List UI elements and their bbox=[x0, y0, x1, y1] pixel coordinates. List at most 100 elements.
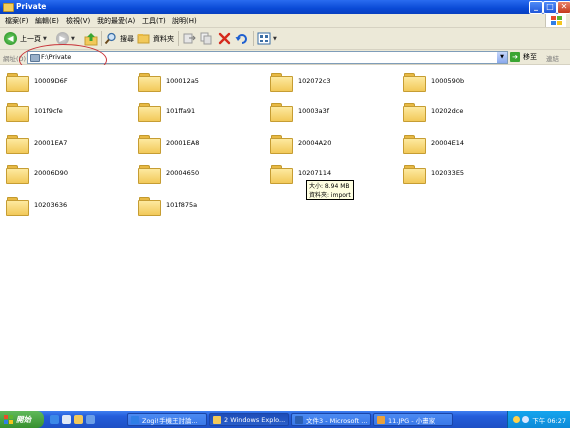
forward-dropdown-icon[interactable]: ▼ bbox=[71, 36, 75, 42]
folder-name: 20004E14 bbox=[431, 139, 465, 147]
folder-item[interactable]: 20004650 bbox=[138, 162, 199, 184]
delete-button[interactable] bbox=[218, 31, 231, 46]
minimize-button[interactable]: _ bbox=[529, 1, 543, 14]
task-label: 文件3 - Microsoft ... bbox=[306, 416, 368, 425]
folder-name: 10203636 bbox=[34, 201, 68, 209]
start-button[interactable]: 開始 bbox=[0, 411, 44, 428]
move-to-icon bbox=[183, 33, 196, 44]
links-button[interactable]: 連結 bbox=[546, 53, 559, 63]
folder-icon bbox=[270, 164, 293, 184]
views-button[interactable]: ▼ bbox=[257, 31, 277, 46]
views-icon bbox=[257, 32, 271, 45]
task-label: 11.JPG - 小畫家 bbox=[388, 416, 436, 425]
folder-item[interactable]: 20001EA7 bbox=[6, 132, 67, 154]
folder-name: 102072c3 bbox=[298, 77, 331, 85]
folder-item[interactable]: 20004A20 bbox=[270, 132, 331, 154]
back-arrow-icon: ◀ bbox=[4, 32, 17, 45]
folder-name: 10207114 bbox=[298, 169, 332, 177]
back-button[interactable]: ◀ 上一頁 ▼ bbox=[4, 31, 47, 46]
maximize-button[interactable]: □ bbox=[543, 1, 557, 14]
folder-item[interactable]: 100012a5 bbox=[138, 70, 199, 92]
quicklaunch-desktop-icon[interactable] bbox=[62, 415, 71, 424]
undo-button[interactable] bbox=[235, 31, 248, 46]
address-dropdown-icon[interactable]: ▼ bbox=[497, 52, 507, 63]
folder-name: 20001EA7 bbox=[34, 139, 68, 147]
word-icon bbox=[295, 415, 303, 424]
folder-item[interactable]: 10003a3f bbox=[270, 100, 329, 122]
up-folder-icon bbox=[84, 32, 98, 45]
views-dropdown-icon[interactable]: ▼ bbox=[273, 36, 277, 42]
up-folder-button[interactable] bbox=[84, 31, 98, 46]
folder-icon bbox=[6, 134, 29, 154]
toolbar-separator bbox=[253, 31, 254, 46]
taskbar-item[interactable]: Zogi!手機王討論... bbox=[127, 413, 207, 426]
search-icon bbox=[104, 32, 116, 45]
menu-favorites[interactable]: 我的最愛(A) bbox=[97, 16, 135, 26]
folders-icon bbox=[137, 34, 150, 44]
folder-item[interactable]: 101f9cfe bbox=[6, 100, 63, 122]
search-button[interactable]: 搜尋 bbox=[104, 31, 134, 46]
taskbar-item[interactable]: 文件3 - Microsoft ... bbox=[291, 413, 371, 426]
menu-tools[interactable]: 工具(T) bbox=[142, 16, 166, 26]
folder-name: 102033E5 bbox=[431, 169, 465, 177]
folder-name: 20001EA8 bbox=[166, 139, 200, 147]
menu-view[interactable]: 檢視(V) bbox=[66, 16, 90, 26]
title-bar: Private _ □ ✕ bbox=[0, 0, 570, 14]
folder-item[interactable]: 102072c3 bbox=[270, 70, 331, 92]
folder-icon bbox=[138, 102, 161, 122]
folder-name: 20004650 bbox=[166, 169, 200, 177]
folder-item[interactable]: 10203636 bbox=[6, 194, 67, 216]
folder-item[interactable]: 102033E5 bbox=[403, 162, 464, 184]
toolbar-separator bbox=[101, 31, 102, 46]
taskbar-item-active[interactable]: 2 Windows Explo... bbox=[209, 413, 289, 426]
folder-icon bbox=[3, 3, 14, 12]
folders-label: 資料夾 bbox=[153, 34, 174, 43]
folder-icon bbox=[403, 72, 426, 92]
menu-file[interactable]: 檔案(F) bbox=[5, 16, 29, 26]
folder-icon bbox=[403, 102, 426, 122]
menu-edit[interactable]: 編輯(E) bbox=[35, 16, 59, 26]
copy-to-icon bbox=[200, 32, 212, 45]
toolbar-separator bbox=[178, 31, 179, 46]
folder-icon bbox=[270, 72, 293, 92]
folder-name: 10009D6F bbox=[34, 77, 68, 85]
task-label: Zogi!手機王討論... bbox=[142, 416, 198, 425]
quicklaunch-explorer-icon[interactable] bbox=[74, 415, 83, 424]
tray-icon[interactable] bbox=[513, 416, 520, 423]
copy-to-button[interactable] bbox=[200, 31, 213, 46]
menu-help[interactable]: 說明(H) bbox=[172, 16, 197, 26]
undo-icon bbox=[235, 34, 247, 44]
folder-item[interactable]: 1000590b bbox=[403, 70, 464, 92]
folder-icon bbox=[6, 72, 29, 92]
tooltip-folders: 資料夾: import bbox=[309, 192, 351, 199]
taskbar-item[interactable]: 11.JPG - 小畫家 bbox=[373, 413, 453, 426]
folder-icon bbox=[403, 134, 426, 154]
folder-item[interactable]: 10009D6F bbox=[6, 70, 68, 92]
folder-icon bbox=[138, 164, 161, 184]
close-button[interactable]: ✕ bbox=[557, 1, 570, 14]
windows-logo-icon bbox=[545, 14, 566, 27]
paint-icon bbox=[377, 415, 385, 424]
folder-icon bbox=[6, 164, 29, 184]
folder-icon bbox=[138, 134, 161, 154]
folder-name: 101f9cfe bbox=[34, 107, 63, 115]
folder-icon bbox=[270, 102, 293, 122]
go-button[interactable]: ➔ 移至 bbox=[510, 52, 537, 62]
folder-icon bbox=[6, 196, 29, 216]
folder-item[interactable]: 20006D90 bbox=[6, 162, 68, 184]
folder-item[interactable]: 101f875a bbox=[138, 194, 197, 216]
folder-item[interactable]: 20001EA8 bbox=[138, 132, 199, 154]
back-dropdown-icon[interactable]: ▼ bbox=[43, 36, 47, 42]
clock[interactable]: 下午 06:27 bbox=[532, 415, 566, 425]
move-to-button[interactable] bbox=[183, 31, 196, 46]
system-tray: 下午 06:27 bbox=[507, 411, 570, 428]
folder-item[interactable]: 101ffa91 bbox=[138, 100, 195, 122]
folder-item[interactable]: 20004E14 bbox=[403, 132, 464, 154]
start-label: 開始 bbox=[16, 415, 31, 424]
folder-icon bbox=[138, 196, 161, 216]
quicklaunch-ie-icon[interactable] bbox=[50, 415, 59, 424]
volume-icon[interactable] bbox=[522, 416, 529, 423]
folder-item[interactable]: 10202dce bbox=[403, 100, 463, 122]
quicklaunch-media-icon[interactable] bbox=[86, 415, 95, 424]
folders-button[interactable]: 資料夾 bbox=[137, 31, 174, 46]
